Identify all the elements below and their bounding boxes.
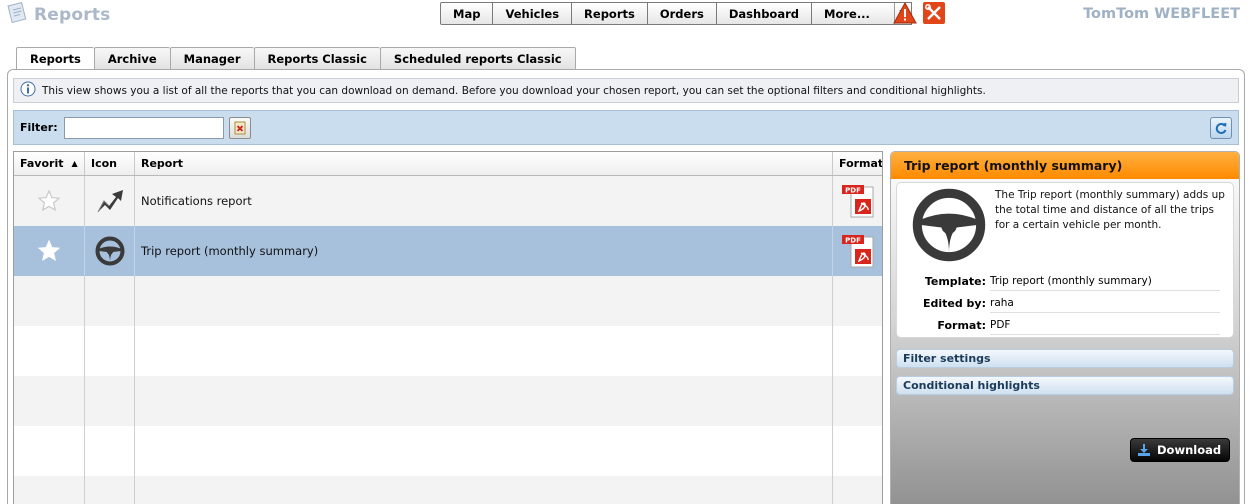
svg-text:PDF: PDF bbox=[845, 186, 861, 194]
format-label: Format: bbox=[937, 318, 986, 332]
notification-arrow-icon bbox=[85, 176, 135, 226]
star-filled-icon bbox=[37, 239, 61, 262]
clear-filter-icon bbox=[234, 121, 246, 134]
tools-icon[interactable] bbox=[923, 2, 945, 24]
app-title-text: Reports bbox=[34, 4, 111, 25]
favorite-toggle[interactable] bbox=[14, 176, 85, 226]
warning-icon[interactable] bbox=[893, 1, 917, 27]
detail-template-row: Template: Trip report (monthly summary) bbox=[897, 271, 1220, 291]
detail-edited-row: Edited by: raha bbox=[897, 293, 1220, 313]
format-cell[interactable]: PDF bbox=[833, 176, 882, 226]
report-name[interactable]: Trip report (monthly summary) bbox=[135, 226, 833, 276]
pdf-icon[interactable]: PDF bbox=[840, 184, 876, 218]
app-title: Reports bbox=[6, 1, 111, 27]
sort-ascending-icon: ▲ bbox=[71, 159, 78, 168]
table-row[interactable]: Trip report (monthly summary) PDF bbox=[14, 226, 882, 276]
refresh-button[interactable] bbox=[1210, 117, 1232, 139]
refresh-icon bbox=[1215, 123, 1227, 134]
edited-by-value: raha bbox=[990, 293, 1220, 313]
download-button[interactable]: Download bbox=[1130, 438, 1230, 462]
column-header-report[interactable]: Report bbox=[135, 152, 833, 175]
nav-more-label: More... bbox=[824, 6, 870, 21]
info-bar: This view shows you a list of all the re… bbox=[13, 78, 1239, 103]
download-icon bbox=[1138, 444, 1150, 456]
detail-format-row: Format: PDF bbox=[897, 315, 1220, 335]
reports-table: Favorit ▲ Icon Report Format Notificatio… bbox=[13, 151, 883, 504]
star-outline-icon bbox=[37, 189, 61, 212]
nav-dashboard-button[interactable]: Dashboard bbox=[716, 2, 812, 25]
filter-label: Filter: bbox=[20, 121, 58, 134]
nav-map-button[interactable]: Map bbox=[440, 2, 494, 25]
detail-description: The Trip report (monthly summary) adds u… bbox=[995, 189, 1225, 231]
filter-input[interactable] bbox=[63, 116, 224, 139]
format-value: PDF bbox=[990, 315, 1220, 335]
tab-reports-classic[interactable]: Reports Classic bbox=[253, 47, 380, 70]
clear-filter-button[interactable] bbox=[228, 116, 251, 139]
brand-name: TomTom WEBFLEET bbox=[1083, 6, 1240, 22]
steering-wheel-icon bbox=[85, 226, 135, 276]
detail-title: Trip report (monthly summary) bbox=[891, 152, 1239, 179]
tab-scheduled-reports-classic[interactable]: Scheduled reports Classic bbox=[379, 47, 576, 70]
reports-content-frame: This view shows you a list of all the re… bbox=[7, 69, 1245, 504]
detail-body: The Trip report (monthly summary) adds u… bbox=[896, 182, 1234, 338]
report-detail-panel: Trip report (monthly summary) The Trip r… bbox=[890, 151, 1240, 504]
conditional-highlights-section[interactable]: Conditional highlights bbox=[896, 376, 1234, 395]
empty-row bbox=[14, 476, 882, 504]
format-cell[interactable]: PDF bbox=[833, 226, 882, 276]
tab-manager[interactable]: Manager bbox=[169, 47, 254, 70]
tab-reports[interactable]: Reports bbox=[16, 47, 94, 71]
top-bar: Reports Map Vehicles Reports Orders Dash… bbox=[0, 0, 1254, 36]
info-text: This view shows you a list of all the re… bbox=[42, 84, 986, 97]
favorite-toggle[interactable] bbox=[14, 226, 85, 276]
nav-reports-button[interactable]: Reports bbox=[572, 2, 648, 25]
report-tabs: Reports Archive Manager Reports Classic … bbox=[16, 47, 576, 71]
reports-doc-icon bbox=[6, 1, 28, 27]
main-nav: Map Vehicles Reports Orders Dashboard Mo… bbox=[440, 2, 912, 25]
column-header-favorite[interactable]: Favorit ▲ bbox=[14, 152, 85, 175]
column-favorite-label: Favorit bbox=[20, 157, 64, 170]
nav-orders-button[interactable]: Orders bbox=[647, 2, 717, 25]
filter-settings-section[interactable]: Filter settings bbox=[896, 349, 1234, 368]
edited-by-label: Edited by: bbox=[922, 296, 986, 310]
download-label: Download bbox=[1157, 443, 1222, 457]
svg-text:PDF: PDF bbox=[845, 236, 861, 244]
empty-row bbox=[14, 426, 882, 476]
template-label: Template: bbox=[924, 274, 986, 288]
template-value: Trip report (monthly summary) bbox=[990, 271, 1220, 291]
nav-vehicles-button[interactable]: Vehicles bbox=[493, 2, 573, 25]
tab-archive[interactable]: Archive bbox=[93, 47, 170, 70]
column-header-format[interactable]: Format bbox=[833, 152, 882, 175]
empty-row bbox=[14, 276, 882, 326]
filter-bar: Filter: bbox=[13, 110, 1239, 145]
info-icon bbox=[20, 81, 36, 100]
empty-row bbox=[14, 326, 882, 376]
pdf-icon[interactable]: PDF bbox=[840, 234, 876, 268]
column-header-icon[interactable]: Icon bbox=[85, 152, 135, 175]
table-header: Favorit ▲ Icon Report Format bbox=[14, 152, 882, 176]
empty-row bbox=[14, 376, 882, 426]
table-row[interactable]: Notifications report PDF bbox=[14, 176, 882, 226]
report-name[interactable]: Notifications report bbox=[135, 176, 833, 226]
steering-wheel-large-icon bbox=[911, 187, 987, 266]
